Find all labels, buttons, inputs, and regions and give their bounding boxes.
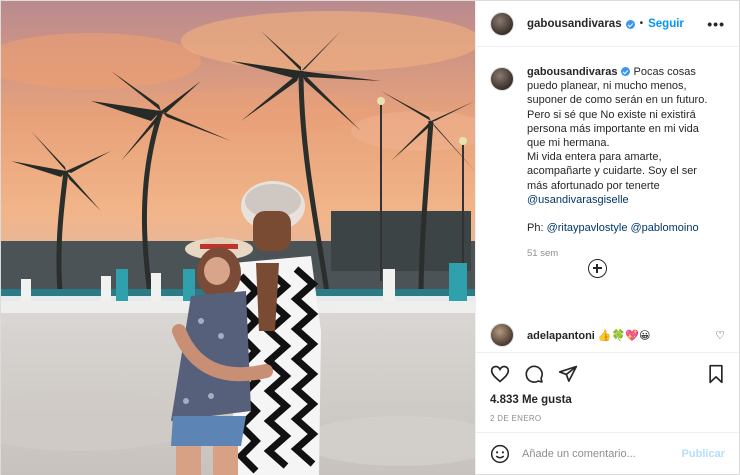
emoji-icon[interactable] <box>490 444 510 464</box>
add-comment-bar: Publicar <box>476 432 739 474</box>
instagram-post: gabousandivaras • Seguir ••• gabousandiv… <box>0 0 740 475</box>
separator-dot: • <box>639 18 644 29</box>
load-more-comments-icon[interactable] <box>588 259 607 278</box>
photo-credit-link-2[interactable]: @pablomoino <box>631 222 699 234</box>
post-details-panel: gabousandivaras • Seguir ••• gabousandiv… <box>475 1 739 474</box>
photo-credit-prefix: Ph: <box>527 222 547 235</box>
post-header: gabousandivaras • Seguir ••• <box>476 1 739 47</box>
verified-badge-icon <box>625 20 635 29</box>
more-options-icon[interactable]: ••• <box>707 16 725 32</box>
follow-button[interactable]: Seguir <box>648 18 684 30</box>
send-icon[interactable] <box>558 364 578 384</box>
caption-timestamp[interactable]: 51 sem <box>527 247 707 261</box>
comments-section: gabousandivaras Pocas cosas puedo planea… <box>476 47 739 352</box>
caption-username[interactable]: gabousandivaras <box>527 66 617 78</box>
action-bar <box>476 352 739 394</box>
comment-like-heart-icon[interactable]: ♡ <box>715 329 725 342</box>
caption-author-avatar[interactable] <box>490 67 514 91</box>
caption-line: persona más importante en mi vida <box>527 122 699 135</box>
caption-line: que mi hermana. <box>527 137 610 150</box>
photo-credit-link-1[interactable]: @ritaypavlostyle <box>547 222 628 234</box>
caption-line: acompañarte y cuidarte. Soy el ser <box>527 165 697 178</box>
commenter-avatar[interactable] <box>490 323 514 347</box>
author-avatar[interactable] <box>490 11 514 36</box>
author-username[interactable]: gabousandivaras <box>527 18 622 30</box>
caption-line: puedo planear, ni mucho menos, <box>527 80 687 93</box>
beach-sunset-photo <box>1 1 475 475</box>
commenter-username[interactable]: adelapantoni <box>527 330 595 342</box>
publish-button[interactable]: Publicar <box>682 448 725 460</box>
comment-item: adelapantoni 👍🍀💖😀 ♡ <box>490 323 725 347</box>
post-photo[interactable] <box>1 1 475 475</box>
caption-line: suponer de como serán en un futuro. <box>527 94 708 107</box>
comment-text: 👍🍀💖😀 <box>597 329 651 342</box>
caption-line: más afortunado por tenerte <box>527 179 660 192</box>
caption-body: gabousandivaras Pocas cosas puedo planea… <box>527 65 707 262</box>
heart-icon[interactable] <box>490 364 510 384</box>
post-caption: gabousandivaras Pocas cosas puedo planea… <box>490 65 725 262</box>
likes-count[interactable]: 4.833 Me gusta <box>476 394 739 410</box>
mention-link[interactable]: @usandivarasgiselle <box>527 194 629 206</box>
caption-line: Pero si sé que No existe ni existirá <box>527 108 696 121</box>
comment-body: adelapantoni 👍🍀💖😀 <box>527 329 650 342</box>
caption-line: Mi vida entera para amarte, <box>527 151 662 164</box>
comment-icon[interactable] <box>524 364 544 384</box>
post-date[interactable]: 2 DE ENERO <box>476 410 739 434</box>
bookmark-icon[interactable] <box>707 364 725 384</box>
caption-verified-badge-icon <box>621 67 631 76</box>
add-comment-input[interactable] <box>522 447 682 460</box>
caption-line: Pocas cosas <box>633 66 696 78</box>
